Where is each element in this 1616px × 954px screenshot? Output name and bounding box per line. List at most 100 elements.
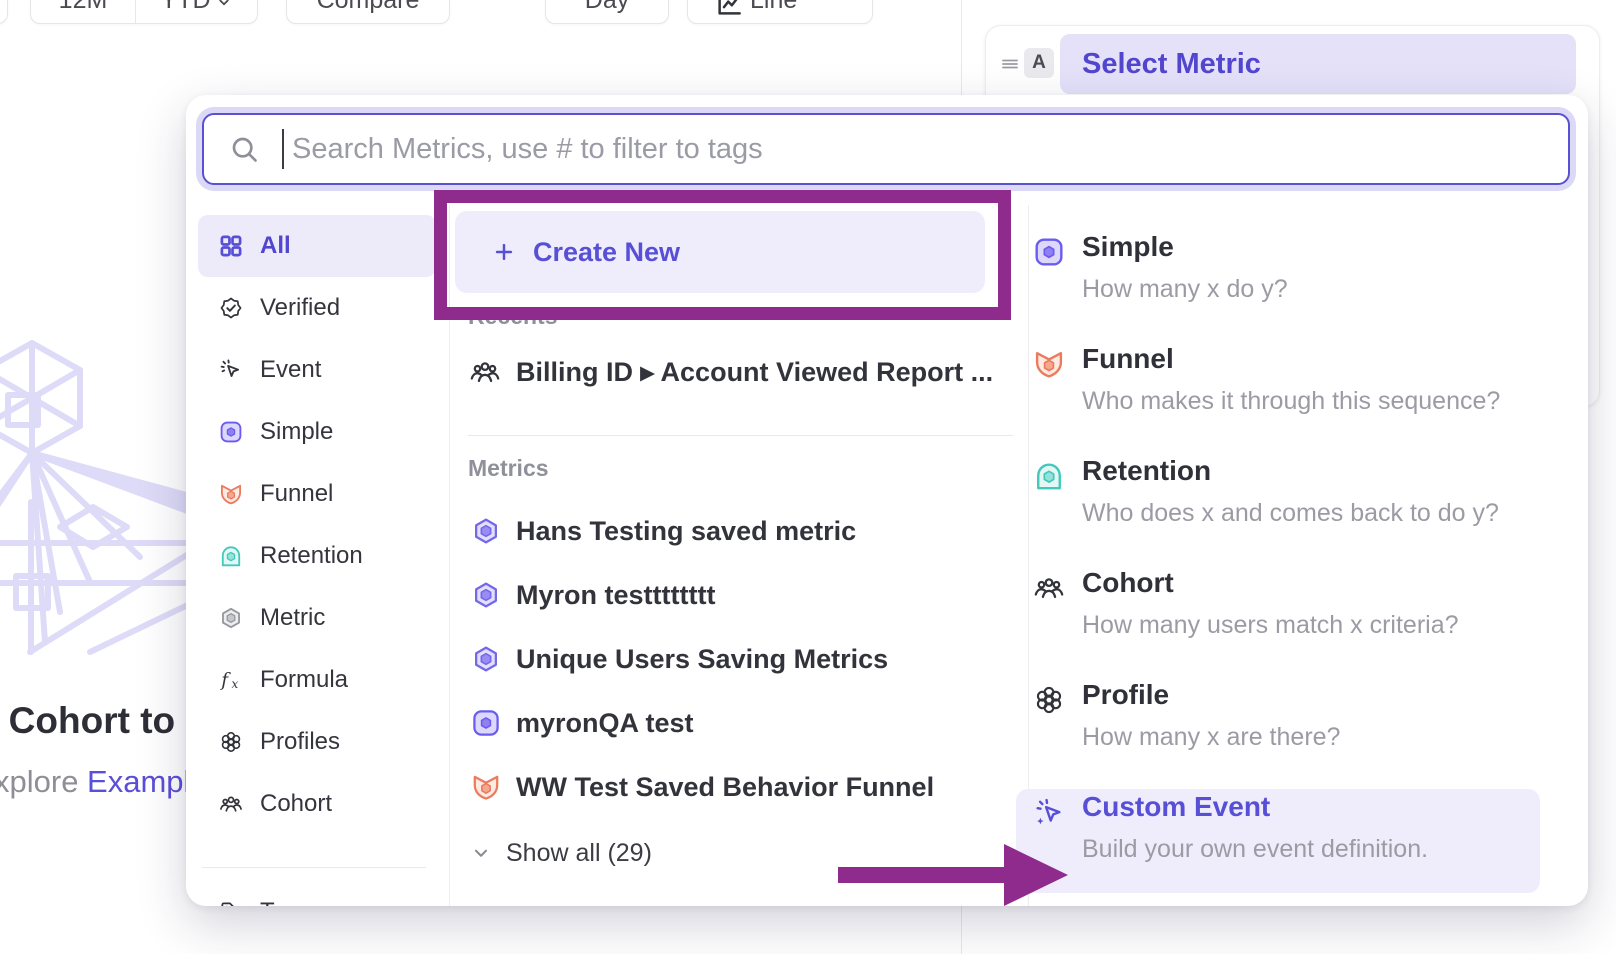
column-divider xyxy=(449,205,450,906)
sidebar-item-formula[interactable]: fx Formula xyxy=(198,649,436,711)
saved-metric-item[interactable]: myronQA test xyxy=(468,691,1016,755)
sidebar-item-verified[interactable]: Verified xyxy=(198,277,436,339)
svg-text:f: f xyxy=(219,670,231,691)
drag-handle-icon[interactable] xyxy=(998,52,1022,76)
simple-icon xyxy=(218,419,244,445)
metric-type-description: How many users match x criteria? xyxy=(1082,611,1459,640)
metric-type-description: Who makes it through this sequence? xyxy=(1082,387,1500,416)
svg-text:x: x xyxy=(232,677,239,691)
saved-metric-item[interactable]: Unique Users Saving Metrics xyxy=(468,627,1016,691)
metric-type-description: Who does x and comes back to do y? xyxy=(1082,499,1499,528)
chevron-down-icon xyxy=(215,0,233,11)
funnel-icon xyxy=(218,481,244,507)
search-box xyxy=(202,113,1570,185)
search-icon xyxy=(228,133,260,165)
metric-type-description: How many x do y? xyxy=(1082,275,1288,304)
line-chart-icon xyxy=(714,0,744,19)
tag-icon xyxy=(218,899,244,906)
chevron-down-icon xyxy=(470,842,492,864)
sidebar-divider xyxy=(202,867,426,868)
section-divider xyxy=(468,435,1013,436)
saved-metric-item[interactable]: WW Test Saved Behavior Funnel xyxy=(468,755,1016,819)
search-input[interactable] xyxy=(292,115,1532,183)
sidebar-item-tags[interactable]: Tags xyxy=(198,881,436,906)
date-range-button-group: 12M YTD xyxy=(30,0,258,24)
metric-icon xyxy=(218,605,244,631)
sidebar-item-metric[interactable]: Metric xyxy=(198,587,436,649)
series-badge: A xyxy=(1024,48,1054,78)
metric-type-custom-event[interactable]: Custom Event Build your own event definit… xyxy=(1016,789,1540,893)
cohort-icon xyxy=(468,355,502,389)
sidebar-item-all[interactable]: All xyxy=(198,215,436,277)
recent-item[interactable]: Billing ID ▸ Account Viewed Report ... xyxy=(468,349,1016,395)
select-metric-pill[interactable]: Select Metric xyxy=(1060,34,1576,94)
saved-metric-label: Hans Testing saved metric xyxy=(516,499,856,563)
chart-type-line-button[interactable]: Line xyxy=(687,0,873,24)
sidebar-item-cohort[interactable]: Cohort xyxy=(198,773,436,835)
sidebar-item-label: Profiles xyxy=(260,711,340,773)
plus-icon xyxy=(491,239,517,265)
sidebar-item-label: Simple xyxy=(260,401,333,463)
toolbar-button-fragment[interactable] xyxy=(0,0,8,24)
retention-icon xyxy=(1032,459,1066,493)
saved-metric-item[interactable]: Hans Testing saved metric xyxy=(468,499,1016,563)
metric-type-title: Simple xyxy=(1082,231,1174,263)
metric-type-title: Custom Event xyxy=(1082,791,1270,823)
show-all-button[interactable]: Show all (29) xyxy=(470,835,790,871)
hex-metric-icon xyxy=(470,643,502,675)
saved-metric-label: myronQA test xyxy=(516,691,694,755)
compare-button[interactable]: Compare xyxy=(286,0,450,24)
sidebar-item-label: Formula xyxy=(260,649,348,711)
funnel-icon xyxy=(1032,347,1066,381)
funnel-icon xyxy=(470,771,502,803)
create-new-button[interactable]: Create New xyxy=(455,211,985,293)
metric-type-title: Profile xyxy=(1082,679,1169,711)
metric-type-description: Build your own event definition. xyxy=(1082,835,1428,864)
metric-type-title: Cohort xyxy=(1082,567,1174,599)
saved-metric-label: Myron testttttttt xyxy=(516,563,715,627)
profiles-icon xyxy=(1032,683,1066,717)
explore-prefix: xplore xyxy=(0,764,87,799)
metric-type-simple[interactable]: Simple How many x do y? xyxy=(1016,229,1540,333)
sidebar-item-label: Tags xyxy=(260,881,311,906)
range-ytd-button[interactable]: YTD xyxy=(136,0,257,15)
cohort-icon xyxy=(1032,571,1066,605)
grid-icon xyxy=(218,233,244,259)
simple-icon xyxy=(1032,235,1066,269)
saved-metric-item[interactable]: Myron testttttttt xyxy=(468,563,1016,627)
range-12m-button[interactable]: 12M xyxy=(31,0,135,15)
verified-icon xyxy=(218,295,244,321)
metric-type-description: How many x are there? xyxy=(1082,723,1340,752)
interval-day-button[interactable]: Day xyxy=(545,0,669,24)
formula-icon: fx xyxy=(218,667,244,693)
saved-metric-label: Unique Users Saving Metrics xyxy=(516,627,888,691)
event-cursor-icon xyxy=(218,357,244,383)
sidebar-item-retention[interactable]: Retention xyxy=(198,525,436,587)
metric-type-cohort[interactable]: Cohort How many users match x criteria? xyxy=(1016,565,1540,669)
cohort-icon xyxy=(218,791,244,817)
sidebar-item-funnel[interactable]: Funnel xyxy=(198,463,436,525)
sidebar-item-label: Event xyxy=(260,339,321,401)
simple-icon xyxy=(470,707,502,739)
sidebar-item-label: Retention xyxy=(260,525,363,587)
sidebar-item-profiles[interactable]: Profiles xyxy=(198,711,436,773)
sidebar-item-label: Cohort xyxy=(260,773,332,835)
saved-metric-label: WW Test Saved Behavior Funnel xyxy=(516,755,934,819)
profiles-icon xyxy=(218,729,244,755)
retention-icon xyxy=(218,543,244,569)
sidebar-item-label: Verified xyxy=(260,277,340,339)
custom-event-icon xyxy=(1032,795,1066,829)
metric-type-retention[interactable]: RetentionWho does x and comes back to do… xyxy=(1016,453,1540,557)
metrics-header: Metrics xyxy=(468,455,549,482)
sidebar-item-label: All xyxy=(260,215,291,277)
text-cursor xyxy=(282,129,284,169)
sidebar-item-label: Funnel xyxy=(260,463,333,525)
sidebar-item-event[interactable]: Event xyxy=(198,339,436,401)
hex-metric-icon xyxy=(470,515,502,547)
recents-header: Recents xyxy=(468,303,557,330)
metric-type-profile[interactable]: Profile How many x are there? xyxy=(1016,677,1540,781)
metric-type-funnel[interactable]: Funnel Who makes it through this sequence… xyxy=(1016,341,1540,445)
sidebar-item-simple[interactable]: Simple xyxy=(198,401,436,463)
hex-metric-icon xyxy=(470,579,502,611)
metric-type-title: Funnel xyxy=(1082,343,1174,375)
